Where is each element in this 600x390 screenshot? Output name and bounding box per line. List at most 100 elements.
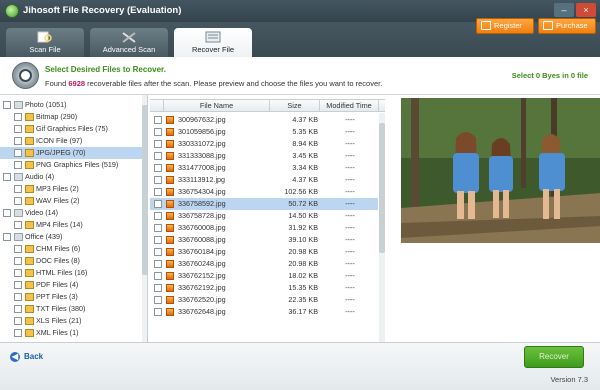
- file-row[interactable]: 301059856.jpg 5.35 KB ----: [150, 126, 378, 138]
- jpg-file-icon: [166, 236, 174, 244]
- file-checkbox[interactable]: [154, 272, 162, 280]
- file-row[interactable]: 336762152.jpg 18.02 KB ----: [150, 270, 378, 282]
- tree-checkbox[interactable]: [14, 221, 22, 229]
- tree-checkbox[interactable]: [3, 209, 11, 217]
- file-checkbox[interactable]: [154, 236, 162, 244]
- tree-checkbox[interactable]: [14, 329, 22, 337]
- file-row[interactable]: 336760088.jpg 39.10 KB ----: [150, 234, 378, 246]
- folder-icon: [25, 137, 34, 145]
- file-row[interactable]: 336760184.jpg 20.98 KB ----: [150, 246, 378, 258]
- file-row[interactable]: 300967632.jpg 4.37 KB ----: [150, 114, 378, 126]
- recover-button[interactable]: Recover: [524, 346, 584, 368]
- file-row[interactable]: 336758592.jpg 50.72 KB ----: [150, 198, 378, 210]
- tree-item-label: PNG Graphics Files (519): [36, 160, 119, 169]
- file-list-scrollbar[interactable]: [379, 113, 385, 342]
- tree-scroll-thumb[interactable]: [142, 105, 147, 275]
- tree-category[interactable]: Video (14): [0, 207, 142, 219]
- file-checkbox[interactable]: [154, 152, 162, 160]
- tree-subcategory[interactable]: Bitmap (290): [0, 111, 142, 123]
- tree-checkbox[interactable]: [14, 269, 22, 277]
- file-checkbox[interactable]: [154, 116, 162, 124]
- file-row[interactable]: 336754304.jpg 102.56 KB ----: [150, 186, 378, 198]
- tree-checkbox[interactable]: [14, 113, 22, 121]
- tree-subcategory[interactable]: PNG Graphics Files (519): [0, 159, 142, 171]
- tree-subcategory[interactable]: Gif Graphics Files (75): [0, 123, 142, 135]
- tree-checkbox[interactable]: [14, 281, 22, 289]
- file-row[interactable]: 331477008.jpg 3.34 KB ----: [150, 162, 378, 174]
- tree-category[interactable]: Office (439): [0, 231, 142, 243]
- file-checkbox[interactable]: [154, 248, 162, 256]
- tree-checkbox[interactable]: [14, 137, 22, 145]
- column-size[interactable]: Size: [270, 100, 320, 112]
- column-modified-time[interactable]: Modified Time: [320, 100, 379, 112]
- tree-subcategory[interactable]: JPG/JPEG (70): [0, 147, 142, 159]
- tree-subcategory[interactable]: DOC Files (8): [0, 255, 142, 267]
- file-row[interactable]: 336762520.jpg 22.35 KB ----: [150, 294, 378, 306]
- tree-checkbox[interactable]: [14, 185, 22, 193]
- tree-checkbox[interactable]: [3, 101, 11, 109]
- close-button[interactable]: ×: [576, 3, 596, 17]
- tree-subcategory[interactable]: ICON File (97): [0, 135, 142, 147]
- tree-subcategory[interactable]: WAV Files (2): [0, 195, 142, 207]
- tree-scrollbar[interactable]: [142, 95, 147, 342]
- file-checkbox[interactable]: [154, 260, 162, 268]
- file-checkbox[interactable]: [154, 164, 162, 172]
- tree-category[interactable]: Photo (1051): [0, 99, 142, 111]
- column-file-name[interactable]: File Name: [164, 100, 270, 112]
- tree-checkbox[interactable]: [14, 293, 22, 301]
- tree-subcategory[interactable]: TXT Files (380): [0, 303, 142, 315]
- file-checkbox[interactable]: [154, 200, 162, 208]
- file-checkbox[interactable]: [154, 140, 162, 148]
- file-row[interactable]: 336760248.jpg 20.98 KB ----: [150, 258, 378, 270]
- file-checkbox[interactable]: [154, 176, 162, 184]
- file-checkbox[interactable]: [154, 188, 162, 196]
- tree-checkbox[interactable]: [14, 149, 22, 157]
- file-modified-time: ----: [345, 115, 355, 124]
- file-row[interactable]: 336758728.jpg 14.50 KB ----: [150, 210, 378, 222]
- tree-subcategory[interactable]: XML Files (1): [0, 327, 142, 339]
- tree-checkbox[interactable]: [3, 233, 11, 241]
- tree-item-label: Bitmap (290): [36, 112, 78, 121]
- tree-subcategory[interactable]: CHM Files (6): [0, 243, 142, 255]
- tree-checkbox[interactable]: [14, 317, 22, 325]
- tree-subcategory[interactable]: XLS Files (21): [0, 315, 142, 327]
- file-checkbox[interactable]: [154, 128, 162, 136]
- register-button[interactable]: Register: [476, 18, 534, 34]
- file-name: 336762648.jpg: [178, 307, 226, 316]
- purchase-button[interactable]: Purchase: [538, 18, 596, 34]
- file-name: 300967632.jpg: [178, 115, 226, 124]
- folder-icon: [14, 233, 23, 241]
- file-row[interactable]: 336762192.jpg 15.35 KB ----: [150, 282, 378, 294]
- tree-checkbox[interactable]: [14, 125, 22, 133]
- tree-checkbox[interactable]: [14, 257, 22, 265]
- tab-recover-file[interactable]: Recover File: [174, 28, 252, 57]
- file-checkbox[interactable]: [154, 308, 162, 316]
- jpg-file-icon: [166, 308, 174, 316]
- tree-subcategory[interactable]: HTML Files (16): [0, 267, 142, 279]
- file-row[interactable]: 336760008.jpg 31.92 KB ----: [150, 222, 378, 234]
- tree-checkbox[interactable]: [3, 173, 11, 181]
- tree-subcategory[interactable]: PPT Files (3): [0, 291, 142, 303]
- tree-category[interactable]: Audio (4): [0, 171, 142, 183]
- tree-subcategory[interactable]: MP3 Files (2): [0, 183, 142, 195]
- tree-checkbox[interactable]: [14, 197, 22, 205]
- tree-checkbox[interactable]: [14, 245, 22, 253]
- file-row[interactable]: 331333088.jpg 3.45 KB ----: [150, 150, 378, 162]
- minimize-button[interactable]: –: [554, 3, 574, 17]
- file-checkbox[interactable]: [154, 212, 162, 220]
- back-button[interactable]: ◀ Back: [8, 350, 58, 364]
- tree-subcategory[interactable]: PDF Files (4): [0, 279, 142, 291]
- file-checkbox[interactable]: [154, 284, 162, 292]
- file-size: 5.35 KB: [292, 127, 318, 136]
- file-row[interactable]: 330331072.jpg 8.94 KB ----: [150, 138, 378, 150]
- tree-checkbox[interactable]: [14, 161, 22, 169]
- file-checkbox[interactable]: [154, 296, 162, 304]
- tab-scan-file[interactable]: Scan File: [6, 28, 84, 57]
- file-row[interactable]: 333113912.jpg 4.37 KB ----: [150, 174, 378, 186]
- file-row[interactable]: 336762648.jpg 36.17 KB ----: [150, 306, 378, 318]
- file-checkbox[interactable]: [154, 224, 162, 232]
- tree-subcategory[interactable]: MP4 Files (14): [0, 219, 142, 231]
- file-list-scroll-thumb[interactable]: [379, 123, 385, 253]
- tree-checkbox[interactable]: [14, 305, 22, 313]
- tab-advanced-scan[interactable]: Advanced Scan: [90, 28, 168, 57]
